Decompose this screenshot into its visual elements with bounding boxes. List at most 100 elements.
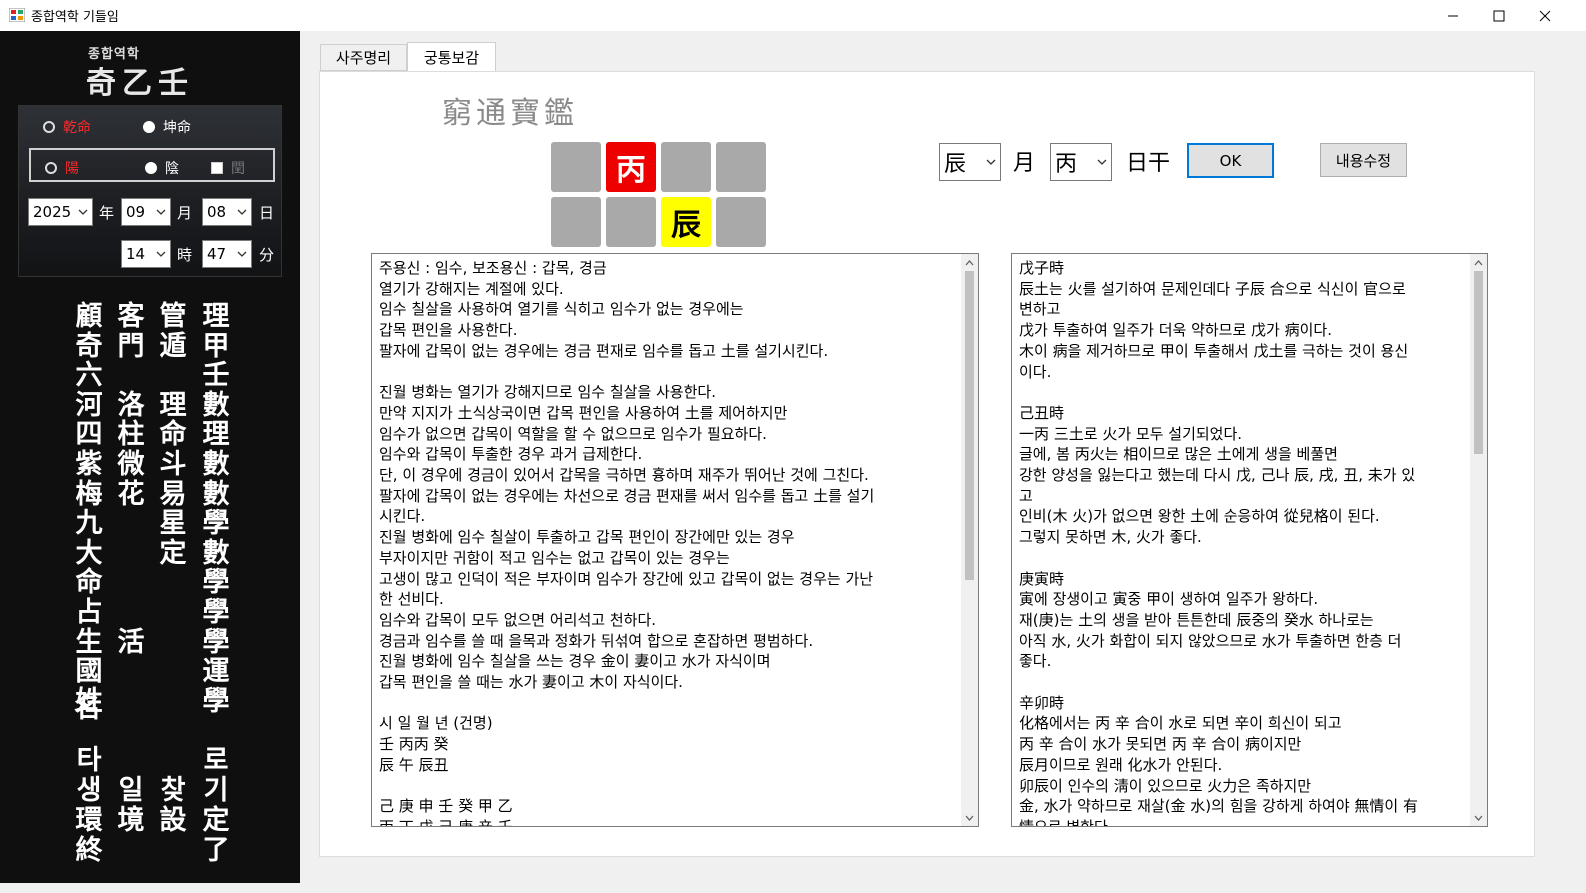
radio-solar[interactable]: 陽 xyxy=(45,158,79,178)
scroll-up-icon[interactable] xyxy=(1470,254,1487,271)
menu-glyph xyxy=(116,509,146,539)
menu-glyph[interactable]: 定 xyxy=(158,539,188,569)
ok-button[interactable]: OK xyxy=(1187,143,1274,178)
vertical-scrollbar[interactable] xyxy=(961,254,978,826)
bottom-menu-glyph[interactable]: 了 xyxy=(201,836,231,866)
month-select[interactable]: 09 xyxy=(121,198,171,226)
bottom-menu-glyph[interactable]: 環 xyxy=(74,806,104,836)
menu-glyph[interactable]: 門 xyxy=(116,331,146,362)
menu-glyph[interactable]: 學 xyxy=(201,598,231,628)
menu-glyph[interactable]: 生 xyxy=(74,627,104,658)
menu-glyph[interactable]: 花 xyxy=(116,479,146,510)
bottom-menu-glyph[interactable]: 기 xyxy=(201,776,231,806)
scroll-up-icon[interactable] xyxy=(961,254,978,271)
menu-glyph[interactable]: 數 xyxy=(201,391,231,421)
menu-glyph[interactable]: 顧 xyxy=(74,302,104,332)
menu-glyph[interactable]: 九 xyxy=(74,509,104,539)
menu-glyph[interactable]: 理 xyxy=(158,391,188,421)
menu-glyph[interactable]: 理 xyxy=(201,420,231,450)
hour-description-textbox[interactable]: 戊子時 辰土는 火를 설기하여 문제인데다 子辰 合으로 식신이 官으로 변하고… xyxy=(1011,253,1488,827)
scroll-down-icon[interactable] xyxy=(961,809,978,826)
close-icon xyxy=(1539,10,1551,21)
ok-button-label: OK xyxy=(1219,151,1242,170)
menu-glyph[interactable]: 占 xyxy=(74,598,104,628)
scrollbar-thumb[interactable] xyxy=(965,271,974,580)
menu-glyph[interactable]: 數 xyxy=(201,479,231,510)
bottom-menu-col-1: 타생環終 xyxy=(74,746,104,866)
menu-glyph[interactable]: 理 xyxy=(201,302,231,332)
menu-glyph[interactable]: 活 xyxy=(116,627,146,658)
radio-solar-label: 陽 xyxy=(65,161,79,177)
bottom-menu-glyph[interactable]: 일 xyxy=(116,776,146,806)
menu-glyph[interactable]: 微 xyxy=(116,450,146,480)
menu-glyph[interactable]: 命 xyxy=(158,420,188,450)
edit-content-button[interactable]: 내용수정 xyxy=(1320,143,1407,177)
menu-glyph[interactable]: 命 xyxy=(74,568,104,598)
menu-glyph[interactable]: 紫 xyxy=(74,450,104,480)
menu-glyph[interactable]: 大 xyxy=(74,539,104,569)
maximize-button[interactable] xyxy=(1476,0,1522,31)
scrollbar-thumb[interactable] xyxy=(1474,271,1483,454)
checkbox-leap[interactable]: 閏 xyxy=(211,158,245,178)
scroll-down-icon[interactable] xyxy=(1470,809,1487,826)
menu-glyph[interactable]: 洛 xyxy=(116,391,146,421)
bottom-menu-glyph[interactable]: 생 xyxy=(74,776,104,806)
menu-glyph[interactable]: 國 xyxy=(74,657,104,687)
menu-glyph[interactable]: 柱 xyxy=(116,420,146,450)
bottom-menu-glyph[interactable]: 終 xyxy=(74,836,104,866)
tab-gungtong[interactable]: 궁통보감 xyxy=(407,42,496,71)
menu-glyph[interactable]: 六 xyxy=(74,361,104,391)
bottom-menu-glyph[interactable]: 設 xyxy=(158,806,188,836)
menu-glyph[interactable]: 學 xyxy=(201,509,231,539)
menu-glyph[interactable]: 斗 xyxy=(158,450,188,480)
year-select[interactable]: 2025 xyxy=(28,198,93,226)
title-bar: 종합역학 기들임 xyxy=(0,0,1586,31)
menu-glyph[interactable]: 數 xyxy=(201,539,231,569)
menu-glyph[interactable]: 易 xyxy=(158,479,188,510)
tab-saju[interactable]: 사주명리 xyxy=(320,44,407,71)
menu-glyph[interactable]: 學 xyxy=(201,568,231,598)
minute-select[interactable]: 47 xyxy=(202,240,252,268)
menu-glyph[interactable]: 甲 xyxy=(201,331,231,362)
menu-glyph xyxy=(158,657,188,687)
app-icon xyxy=(9,8,25,22)
menu-glyph[interactable]: 星 xyxy=(158,509,188,539)
main-description-textbox[interactable]: 주용신 : 임수, 보조용신 : 갑목, 경금 열기가 강해지는 계절에 있다.… xyxy=(371,253,979,827)
menu-glyph[interactable]: 河 xyxy=(74,391,104,421)
day-stem-select[interactable]: 丙 xyxy=(1050,143,1112,181)
day-select[interactable]: 08 xyxy=(202,198,252,226)
bottom-menu-glyph[interactable]: 定 xyxy=(201,806,231,836)
menu-item-name[interactable]: 名 xyxy=(74,686,101,725)
birth-input-panel: 乾命 坤命 陽 陰 閏 2025 年 09 月 08 日 14 時 47 分 xyxy=(18,105,282,277)
menu-glyph[interactable]: 管 xyxy=(158,302,188,332)
close-button[interactable] xyxy=(1522,0,1568,31)
menu-glyph[interactable]: 壬 xyxy=(201,361,231,391)
radio-male[interactable]: 乾命 xyxy=(43,117,91,137)
menu-glyph[interactable]: 遁 xyxy=(158,331,188,362)
bottom-menu-glyph[interactable]: 타 xyxy=(74,746,104,776)
bottom-menu-glyph[interactable]: 로 xyxy=(201,746,231,776)
minimize-button[interactable] xyxy=(1430,0,1476,31)
menu-glyph[interactable]: 學 xyxy=(201,687,231,717)
bottom-menu-glyph[interactable]: 境 xyxy=(116,806,146,836)
month-branch-select[interactable]: 辰 xyxy=(939,143,1001,181)
saju-cell xyxy=(551,197,601,247)
menu-glyph xyxy=(158,568,188,598)
menu-glyph[interactable]: 數 xyxy=(201,450,231,480)
vertical-scrollbar[interactable] xyxy=(1470,254,1487,826)
menu-item-name-label: 名 xyxy=(74,693,101,724)
hour-select[interactable]: 14 xyxy=(121,240,171,268)
radio-female-label: 坤命 xyxy=(163,120,191,136)
menu-glyph[interactable]: 梅 xyxy=(74,479,104,510)
menu-glyph[interactable]: 奇 xyxy=(74,331,104,362)
menu-glyph[interactable]: 學 xyxy=(201,627,231,658)
radio-lunar[interactable]: 陰 xyxy=(145,158,179,178)
bottom-menu-glyph[interactable]: 찾 xyxy=(158,776,188,806)
bottom-menu-glyph xyxy=(158,746,188,776)
radio-female[interactable]: 坤命 xyxy=(143,117,191,137)
bottom-menu-glyph xyxy=(158,836,188,866)
menu-glyph[interactable]: 客 xyxy=(116,302,146,332)
day-stem-label: 日干 xyxy=(1126,151,1171,176)
menu-glyph[interactable]: 四 xyxy=(74,420,104,450)
menu-glyph[interactable]: 運 xyxy=(201,657,231,687)
